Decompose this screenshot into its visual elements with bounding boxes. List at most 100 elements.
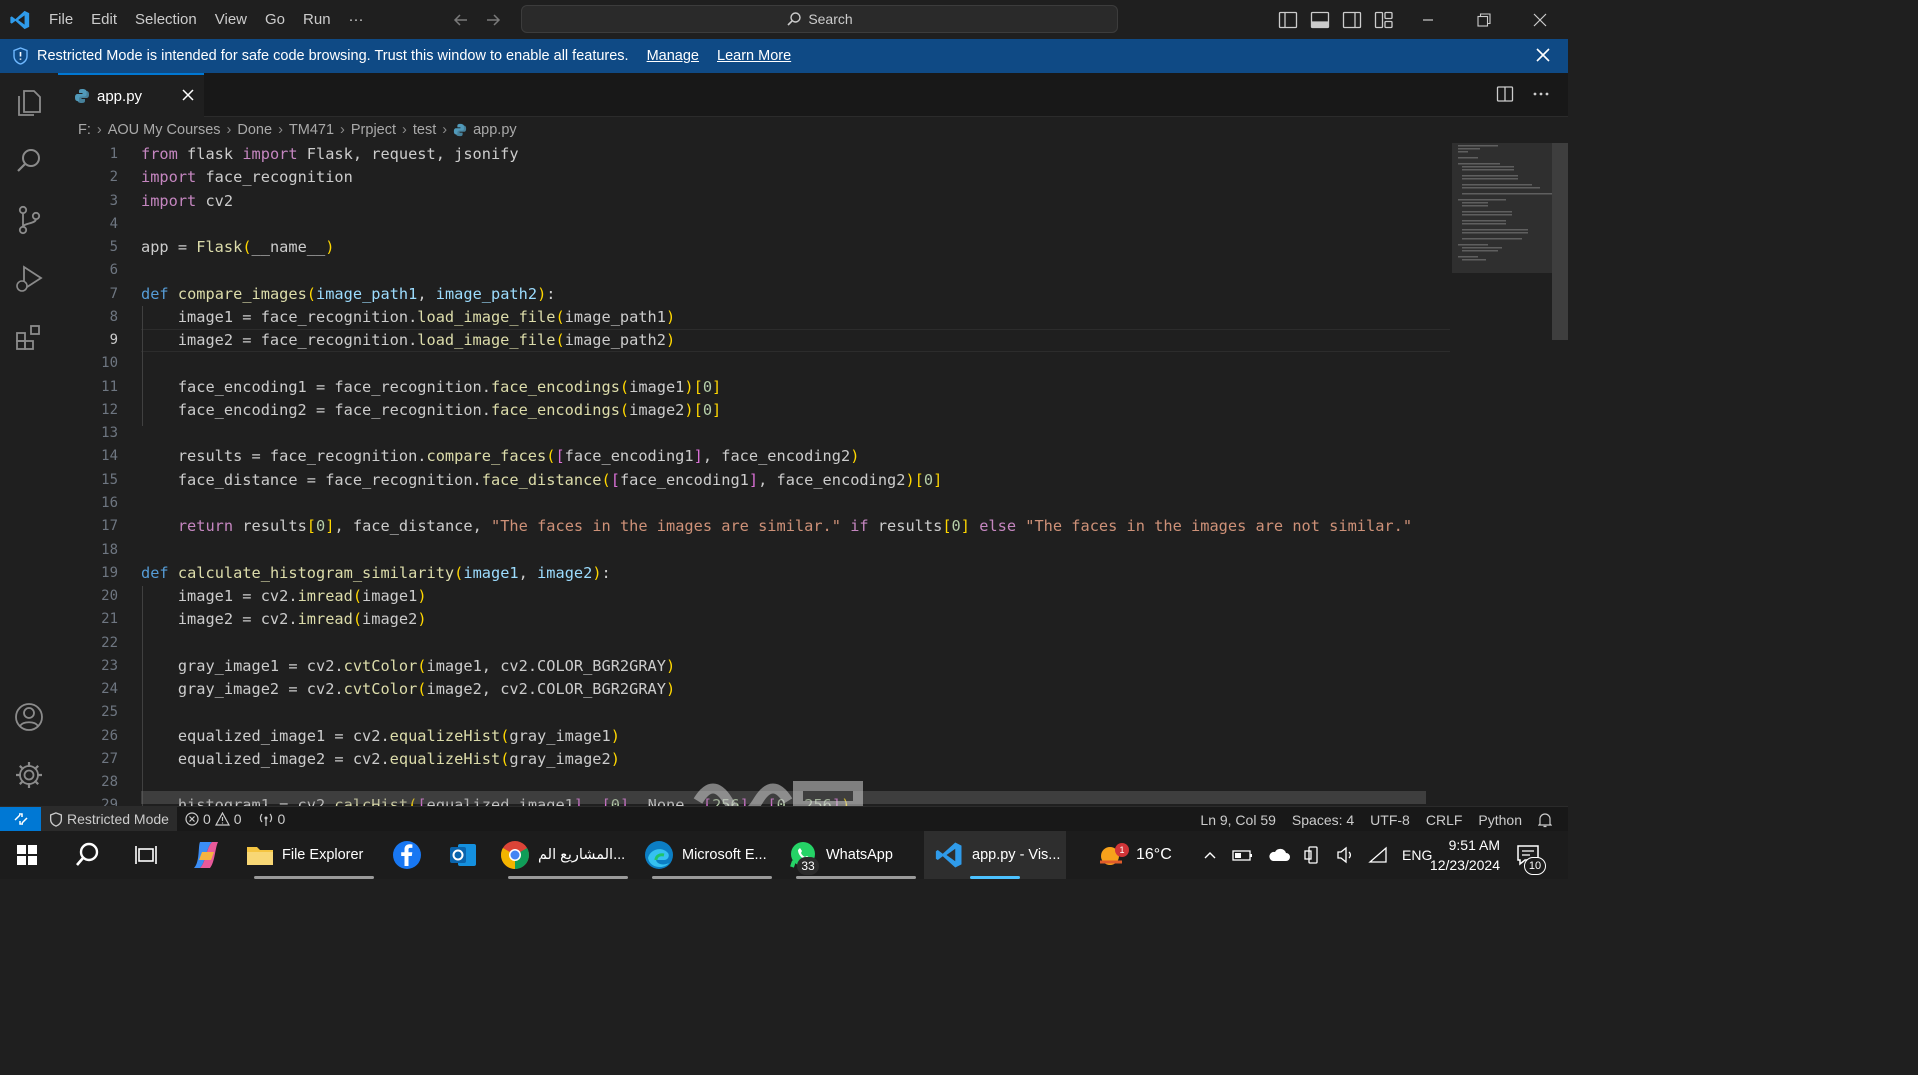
menu-file[interactable]: File: [40, 0, 82, 39]
line-number: 5: [109, 239, 118, 256]
code-line[interactable]: def calculate_histogram_similarity(image…: [141, 562, 1412, 585]
toggle-panel-icon[interactable]: [1310, 11, 1330, 29]
code-line[interactable]: [141, 422, 1412, 445]
accounts-button[interactable]: [0, 692, 58, 742]
network-icon[interactable]: [1368, 846, 1388, 864]
extensions-button[interactable]: [0, 313, 58, 363]
indentation[interactable]: Spaces: 4: [1284, 812, 1362, 828]
code-line[interactable]: results = face_recognition.compare_faces…: [141, 445, 1412, 468]
taskbar-search-button[interactable]: [74, 831, 102, 879]
menu-more[interactable]: ···: [340, 0, 373, 39]
code-area[interactable]: from flask import Flask, request, jsonif…: [141, 143, 1412, 806]
code-line[interactable]: face_encoding2 = face_recognition.face_e…: [141, 399, 1412, 422]
breadcrumb-item[interactable]: AOU My Courses: [108, 122, 221, 138]
horizontal-scrollbar-thumb[interactable]: [141, 791, 1426, 804]
encoding[interactable]: UTF-8: [1362, 812, 1418, 828]
code-line[interactable]: image2 = cv2.imread(image2): [141, 608, 1412, 631]
source-control-button[interactable]: [0, 195, 58, 245]
code-editor[interactable]: 1 2 3 4 5 6 7 8 9 10 11 12 13 14 15 16 17 18 19 20 21 22 23 24 2…: [58, 143, 1450, 806]
menu-run[interactable]: Run: [294, 0, 340, 39]
toggle-primary-sidebar-icon[interactable]: [1278, 11, 1298, 29]
code-line[interactable]: gray_image1 = cv2.cvtColor(image1, cv2.C…: [141, 655, 1412, 678]
line-number: 18: [101, 541, 118, 558]
code-line[interactable]: [141, 352, 1412, 375]
cursor-position[interactable]: Ln 9, Col 59: [1192, 812, 1284, 828]
code-line[interactable]: image1 = cv2.imread(image1): [141, 585, 1412, 608]
code-line[interactable]: face_encoding1 = face_recognition.face_e…: [141, 376, 1412, 399]
problems-indicator[interactable]: 0 0: [177, 811, 250, 827]
code-line[interactable]: image1 = face_recognition.load_image_fil…: [141, 306, 1412, 329]
breadcrumb-item[interactable]: Prpject: [351, 122, 396, 138]
menu-view[interactable]: View: [206, 0, 256, 39]
restricted-mode-indicator[interactable]: Restricted Mode: [41, 806, 177, 832]
taskbar-chrome[interactable]: المشاريع الم...: [500, 831, 625, 879]
start-button[interactable]: [16, 831, 38, 879]
tab-app-py[interactable]: app.py: [58, 73, 204, 117]
code-line[interactable]: return results[0], face_distance, "The f…: [141, 515, 1412, 538]
manage-button[interactable]: [0, 750, 58, 800]
run-debug-button[interactable]: [0, 254, 58, 304]
breadcrumb-item[interactable]: TM471: [289, 122, 334, 138]
copilot-button[interactable]: [190, 831, 222, 879]
restore-button[interactable]: [1456, 0, 1512, 39]
manage-link[interactable]: Manage: [647, 48, 699, 64]
breadcrumb-item[interactable]: F:: [78, 122, 91, 138]
code-line[interactable]: [141, 701, 1412, 724]
vertical-scrollbar-thumb[interactable]: [1552, 143, 1568, 340]
taskbar-vscode[interactable]: app.py - Vis...: [934, 831, 1060, 879]
remote-indicator-button[interactable]: [0, 806, 41, 832]
taskbar-file-explorer[interactable]: File Explorer: [246, 831, 363, 879]
code-line[interactable]: def compare_images(image_path1, image_pa…: [141, 283, 1412, 306]
task-view-button[interactable]: [134, 831, 158, 879]
speaker-icon[interactable]: [1336, 846, 1354, 864]
code-line[interactable]: import face_recognition: [141, 166, 1412, 189]
language-mode[interactable]: Python: [1470, 812, 1530, 828]
learn-more-link[interactable]: Learn More: [717, 48, 791, 64]
code-line[interactable]: app = Flask(__name__): [141, 236, 1412, 259]
facebook-button[interactable]: [392, 831, 422, 879]
code-line[interactable]: gray_image2 = cv2.cvtColor(image2, cv2.C…: [141, 678, 1412, 701]
battery-icon[interactable]: [1232, 847, 1254, 863]
search-view-button[interactable]: [0, 136, 58, 186]
notifications-button[interactable]: [1530, 812, 1568, 828]
breadcrumb-item[interactable]: app.py: [473, 122, 517, 138]
menu-selection[interactable]: Selection: [126, 0, 206, 39]
breadcrumb-item[interactable]: Done: [237, 122, 272, 138]
customize-layout-icon[interactable]: [1374, 11, 1394, 29]
close-window-button[interactable]: [1512, 0, 1568, 39]
menu-edit[interactable]: Edit: [82, 0, 126, 39]
code-line[interactable]: [141, 539, 1412, 562]
toggle-secondary-sidebar-icon[interactable]: [1342, 11, 1362, 29]
onedrive-cloud-icon[interactable]: [1268, 847, 1290, 863]
weather-widget[interactable]: 16°C: [1096, 831, 1172, 879]
clock[interactable]: 9:51 AM 12/23/2024: [1420, 831, 1500, 879]
code-line[interactable]: face_distance = face_recognition.face_di…: [141, 469, 1412, 492]
explorer-button[interactable]: [0, 78, 58, 128]
outlook-button[interactable]: [448, 831, 478, 879]
code-line[interactable]: [141, 213, 1412, 236]
chevron-up-icon[interactable]: [1202, 847, 1218, 863]
split-editor-icon[interactable]: [1496, 85, 1514, 103]
end-of-line[interactable]: CRLF: [1418, 812, 1471, 828]
ports-indicator[interactable]: 0: [250, 811, 294, 827]
code-line[interactable]: import cv2: [141, 190, 1412, 213]
taskbar-edge[interactable]: Microsoft E...: [644, 831, 767, 879]
code-line[interactable]: equalized_image1 = cv2.equalizeHist(gray…: [141, 725, 1412, 748]
code-line[interactable]: [141, 492, 1412, 515]
close-tab-icon[interactable]: [180, 87, 196, 103]
more-actions-icon[interactable]: [1532, 85, 1550, 103]
command-center-search[interactable]: Search: [521, 5, 1118, 33]
minimize-button[interactable]: [1400, 0, 1456, 39]
menu-go[interactable]: Go: [256, 0, 294, 39]
forward-arrow-icon[interactable]: [484, 11, 502, 29]
back-arrow-icon[interactable]: [452, 11, 470, 29]
code-line[interactable]: [141, 259, 1412, 282]
close-banner-icon[interactable]: [1534, 46, 1552, 64]
code-line[interactable]: [141, 632, 1412, 655]
phone-link-icon[interactable]: [1304, 846, 1322, 864]
minimap-slider[interactable]: [1452, 143, 1552, 273]
code-line[interactable]: image2 = face_recognition.load_image_fil…: [141, 329, 1412, 352]
code-line[interactable]: equalized_image2 = cv2.equalizeHist(gray…: [141, 748, 1412, 771]
code-line[interactable]: from flask import Flask, request, jsonif…: [141, 143, 1412, 166]
breadcrumb-item[interactable]: test: [413, 122, 436, 138]
